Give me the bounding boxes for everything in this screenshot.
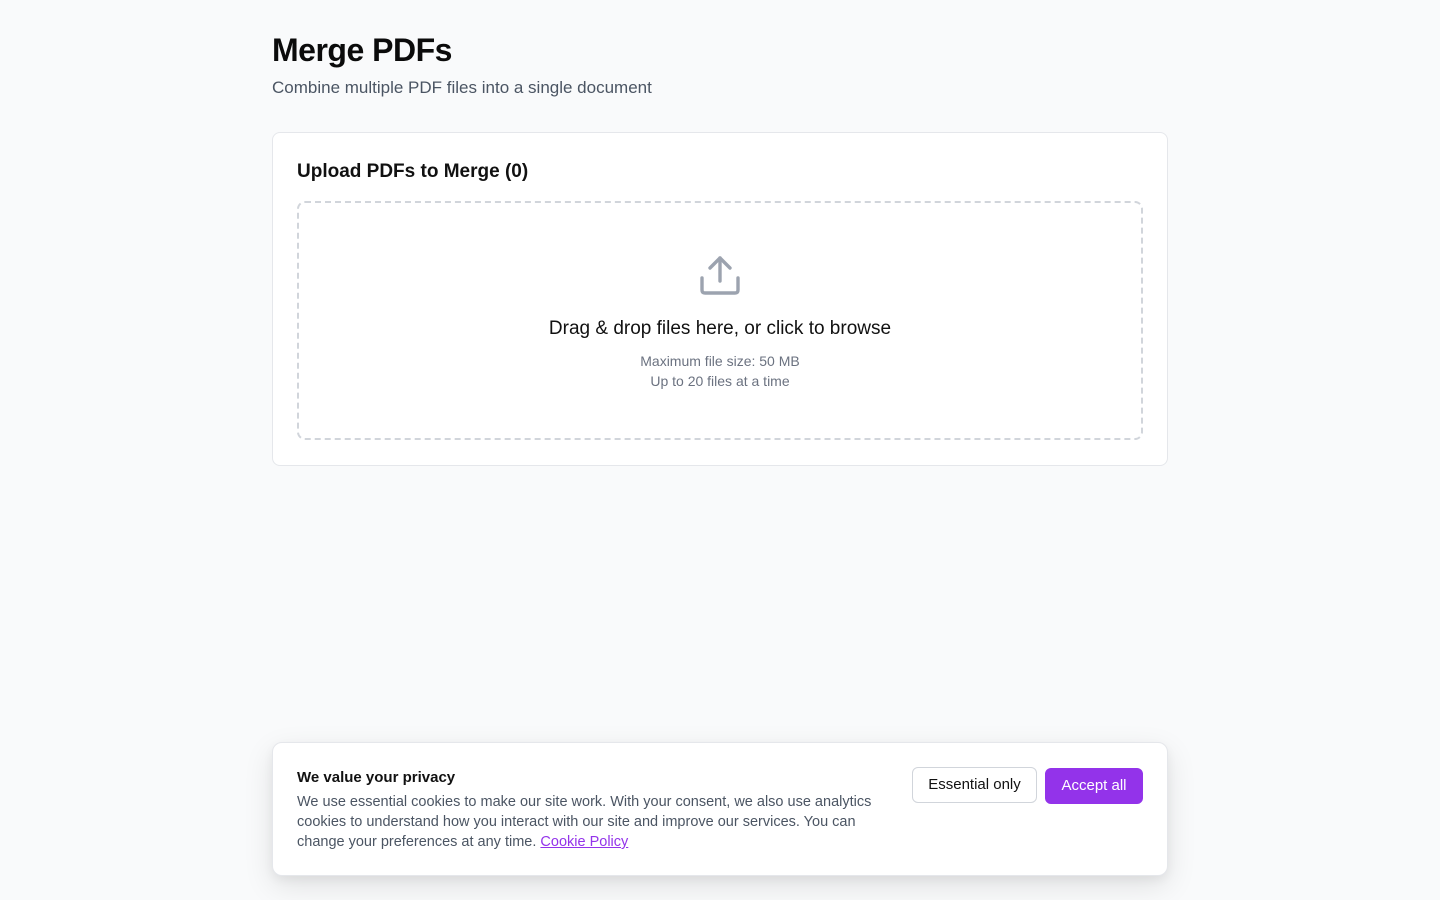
upload-icon bbox=[700, 256, 740, 295]
upload-card: Upload PDFs to Merge (0) Drag & drop fil… bbox=[272, 132, 1168, 466]
cookie-policy-link[interactable]: Cookie Policy bbox=[540, 834, 628, 850]
file-dropzone[interactable]: Drag & drop files here, or click to brow… bbox=[297, 201, 1143, 440]
upload-card-title: Upload PDFs to Merge (0) bbox=[297, 161, 529, 182]
dropzone-instruction: Drag & drop files here, or click to brow… bbox=[548, 318, 892, 339]
cookie-consent-banner: We value your privacy We use essential c… bbox=[272, 742, 1168, 876]
accept-all-button[interactable]: Accept all bbox=[1045, 768, 1143, 804]
page-subtitle: Combine multiple PDF files into a single… bbox=[272, 78, 652, 97]
max-file-size-text: Maximum file size: 50 MB bbox=[640, 353, 800, 369]
page-title: Merge PDFs bbox=[272, 32, 452, 68]
max-file-count-text: Up to 20 files at a time bbox=[650, 373, 790, 389]
cookie-banner-text: We use essential cookies to make our sit… bbox=[297, 792, 882, 852]
cookie-banner-title: We value your privacy bbox=[297, 769, 456, 786]
essential-only-button[interactable]: Essential only bbox=[912, 767, 1037, 803]
